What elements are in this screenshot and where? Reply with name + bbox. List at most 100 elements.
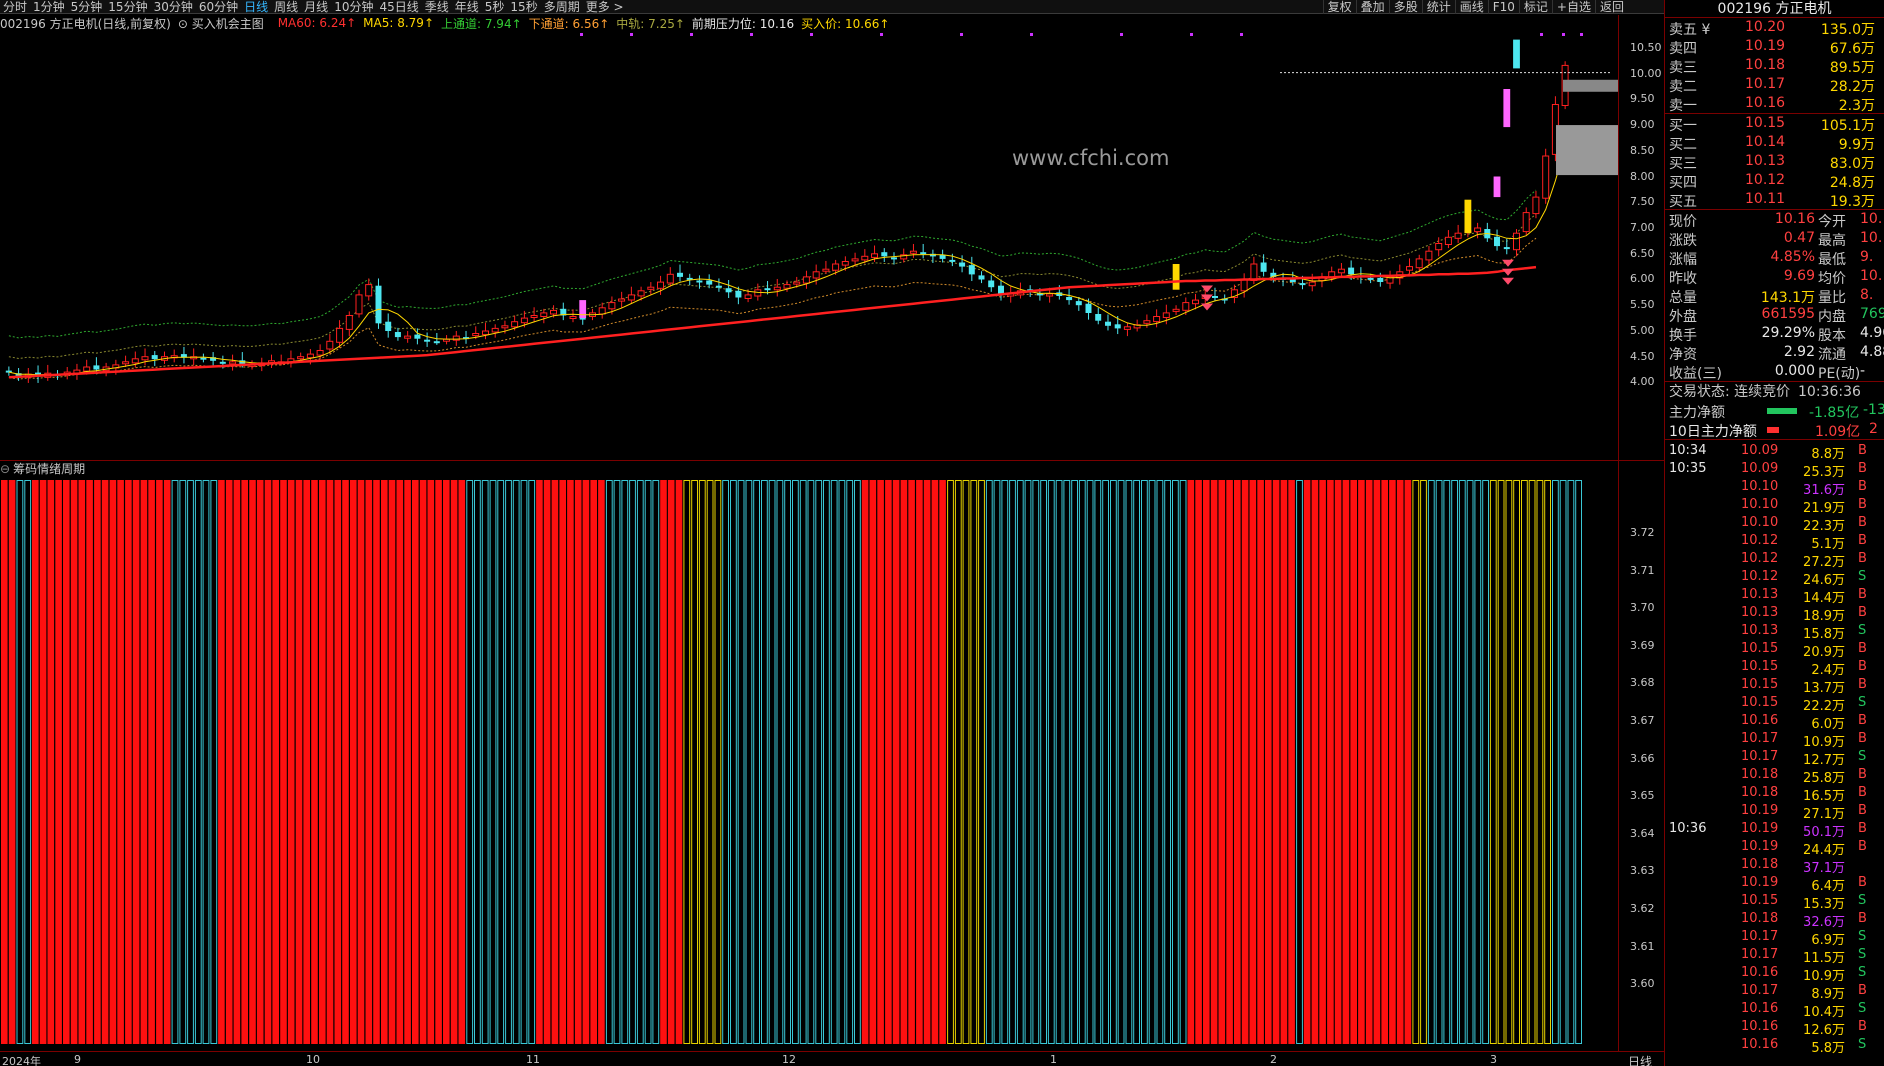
tool-button[interactable]: F10 — [1487, 0, 1519, 14]
ask-row[interactable]: 卖二 10.17 28.2万 — [1665, 75, 1884, 95]
cycle-bar-red — [1257, 480, 1264, 1044]
quote-value-2: 7690 — [1860, 306, 1884, 322]
tick-row: 10.10 31.6万 B — [1665, 478, 1884, 498]
cycle-bar-cyan — [1110, 480, 1117, 1044]
quote-value: 143.1万 — [1760, 290, 1815, 306]
cycle-bar-yellow — [1536, 480, 1544, 1044]
tick-row: 10.12 24.6万 S — [1665, 568, 1884, 588]
cycle-bar-red — [1365, 480, 1373, 1044]
period-tab[interactable]: 45日线 — [376, 0, 421, 14]
cycle-tick: 3.67 — [1630, 714, 1655, 727]
tick-side: B — [1858, 821, 1867, 836]
formula-dropdown[interactable]: ⊙ 买入机会主图 — [178, 15, 271, 32]
signal-dot — [630, 33, 633, 36]
chip-cycle-chart[interactable] — [0, 478, 1618, 1050]
period-tab[interactable]: 季线 — [422, 0, 452, 14]
tick-side: B — [1858, 839, 1867, 854]
tick-price: 10.17 — [1741, 983, 1779, 998]
tool-button[interactable]: 复权 — [1322, 0, 1356, 14]
signal-dot — [750, 33, 753, 36]
ask-row[interactable]: 卖四 10.19 67.6万 — [1665, 37, 1884, 57]
signal-candle — [1503, 89, 1511, 128]
quote-row: 换手 29.29%股本 4.96 — [1665, 324, 1884, 344]
period-tab[interactable]: 5秒 — [482, 0, 508, 14]
cycle-bar-red — [885, 480, 892, 1044]
cycle-bar-red — [47, 480, 55, 1044]
bid-row[interactable]: 买一 10.15 105.1万 — [1665, 114, 1884, 134]
period-tab[interactable]: 年线 — [452, 0, 482, 14]
candle-body — [851, 258, 859, 262]
tool-button[interactable]: 多股 — [1388, 0, 1422, 14]
quote-label: 涨幅 — [1669, 252, 1697, 268]
candle-body — [1250, 263, 1258, 281]
quote-label-2: 今开 — [1818, 214, 1846, 230]
period-tab[interactable]: 多周期 — [541, 0, 583, 14]
bid-row[interactable]: 买四 10.12 24.8万 — [1665, 171, 1884, 191]
cycle-bar-cyan — [16, 480, 24, 1044]
period-tab[interactable]: 15分钟 — [105, 0, 150, 14]
tool-button[interactable]: 返回 — [1594, 0, 1628, 14]
bid-row[interactable]: 买二 10.14 9.9万 — [1665, 133, 1884, 153]
candle-body — [1046, 293, 1054, 297]
candlestick-chart[interactable] — [0, 31, 1618, 461]
period-tab[interactable]: 日线 — [241, 0, 271, 14]
bid-row[interactable]: 买三 10.13 83.0万 — [1665, 152, 1884, 172]
period-tab[interactable]: 月线 — [301, 0, 331, 14]
cycle-bar-cyan — [815, 480, 823, 1044]
tool-button[interactable]: 统计 — [1421, 0, 1455, 14]
tool-button[interactable]: 标记 — [1518, 0, 1552, 14]
tool-button[interactable]: 画线 — [1454, 0, 1488, 14]
date-tick: 12 — [782, 1053, 796, 1066]
collapse-icon[interactable]: ⊖ — [0, 462, 10, 476]
period-tab[interactable]: 分时 — [0, 0, 30, 14]
quote-value: 661595 — [1761, 306, 1815, 322]
tool-button[interactable]: 叠加 — [1355, 0, 1389, 14]
candle-body — [1532, 196, 1540, 215]
period-tab[interactable]: 15秒 — [507, 0, 540, 14]
candle-body — [1415, 258, 1423, 269]
cycle-bar-red — [342, 480, 349, 1044]
price-tick: 10.50 — [1630, 41, 1662, 54]
period-tab[interactable]: 5分钟 — [68, 0, 106, 14]
period-tab[interactable]: 周线 — [271, 0, 301, 14]
cycle-bar-red — [109, 480, 117, 1044]
cycle-bar-red — [435, 480, 442, 1044]
candle-body — [424, 339, 431, 342]
candle-body — [1143, 320, 1151, 324]
cycle-bar-red — [365, 480, 373, 1044]
period-tab[interactable]: 更多 > — [583, 0, 627, 14]
ask-row[interactable]: 卖一 10.16 2.3万 — [1665, 94, 1884, 114]
tick-side: B — [1858, 1019, 1867, 1034]
candle-body — [1494, 236, 1500, 247]
date-axis: 日线 2024年 9 10 11 12 1 2 3 — [0, 1051, 1664, 1066]
candle-body — [1240, 279, 1248, 292]
mid-band-value: 中轨: 7.25↑ — [616, 16, 685, 31]
main-flow-row: 主力净额 -1.85亿 -13 — [1665, 401, 1884, 421]
period-tab[interactable]: 1分钟 — [30, 0, 68, 14]
tick-price: 10.15 — [1741, 893, 1779, 908]
ask-row[interactable]: 卖三 10.18 89.5万 — [1665, 56, 1884, 76]
cycle-bar-cyan — [1148, 480, 1156, 1044]
tick-row: 10:34 10.09 8.8万 B — [1665, 442, 1884, 462]
cycle-bar-red — [381, 480, 388, 1044]
tool-button[interactable]: +自选 — [1551, 0, 1595, 14]
period-tab[interactable]: 60分钟 — [196, 0, 241, 14]
price-tick: 7.50 — [1630, 195, 1655, 208]
cycle-bar-red — [256, 480, 264, 1044]
cycle-bar-red — [78, 480, 86, 1044]
cycle-bar-red — [334, 480, 342, 1044]
cycle-bar-red — [1311, 480, 1319, 1044]
period-tab[interactable]: 10分钟 — [331, 0, 376, 14]
signal-dot — [580, 33, 583, 36]
cycle-bar-red — [543, 480, 551, 1044]
period-tab[interactable]: 30分钟 — [151, 0, 196, 14]
candle-body — [1474, 227, 1482, 233]
tick-price: 10.18 — [1741, 911, 1779, 926]
quote-label: 外盘 — [1669, 309, 1697, 325]
bid-row[interactable]: 买五 10.11 19.3万 — [1665, 190, 1884, 210]
ask-row[interactable]: 卖五 ¥ 10.20 135.0万 — [1665, 18, 1884, 38]
tick-side: S — [1858, 1037, 1867, 1052]
candle-body — [326, 340, 334, 350]
tick-list[interactable]: 10:34 10.09 8.8万 B 10:35 10.09 25.3万 B 10.10 31.6… — [1665, 439, 1884, 1056]
cycle-bar-red — [675, 480, 683, 1044]
